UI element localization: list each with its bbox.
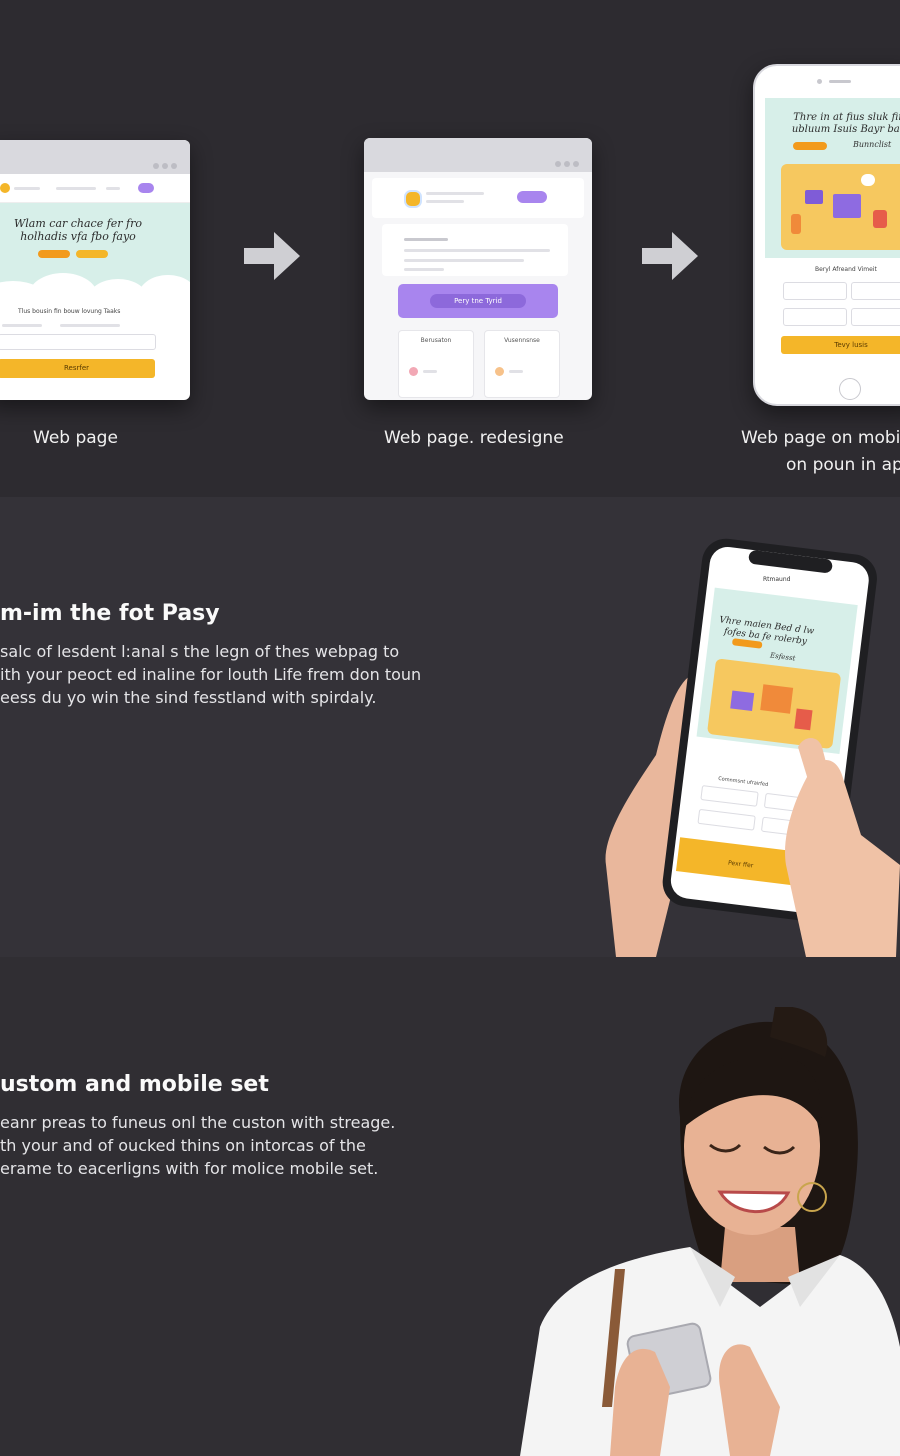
avatar — [404, 190, 422, 208]
nav-button[interactable] — [138, 183, 154, 193]
email-field[interactable] — [0, 334, 156, 350]
feature-line: eess du yo win the sind fesstland with s… — [0, 688, 377, 707]
camera — [817, 79, 822, 84]
arrow-right-icon — [642, 232, 698, 280]
mobile-form-label: Beryl Afreand Vimeit — [815, 266, 877, 273]
hero-banner: Wlam car chace fer fro holhadis vfa fbo … — [0, 203, 190, 321]
feature-line: erame to eacerligns with for molice mobi… — [0, 1159, 379, 1178]
banner-button[interactable]: Pery tne Tyrid — [398, 284, 558, 318]
mobile-phone: Thre in at fius sluk fin ubluum Isuis Ba… — [753, 64, 900, 406]
mobile-field[interactable] — [851, 282, 900, 300]
caption-mobile-line1: Web page on mobile — [741, 428, 900, 448]
feature-title: ustom and mobile set — [0, 1072, 269, 1097]
feature-line: salc of lesdent l:anal s the legn of the… — [0, 642, 400, 661]
mobile-field[interactable] — [783, 308, 847, 326]
browser-chrome — [364, 138, 592, 172]
redesign-frame: Pery tne Tyrid Berusaton Vusennsnse — [364, 138, 592, 400]
caption-redesign: Web page. redesigne — [384, 428, 564, 448]
feature-line: th your and of oucked thins on intorcas … — [0, 1136, 366, 1155]
mobile-hero: Thre in at fius sluk fin ubluum Isuis Ba… — [765, 98, 900, 258]
card[interactable]: Berusaton — [398, 330, 474, 398]
browser-chrome — [0, 140, 190, 174]
mobile-cta[interactable] — [793, 142, 827, 150]
card-title: Berusaton — [420, 337, 452, 344]
illustration — [781, 164, 900, 250]
caption-mobile-line2: on poun in ap — [786, 455, 900, 475]
arrow-right-icon — [244, 232, 300, 280]
submit-button[interactable]: Resrfer — [0, 359, 155, 378]
profile-button[interactable] — [517, 191, 547, 203]
nav-bar — [0, 174, 190, 203]
user-icon — [409, 367, 418, 376]
logo-icon — [0, 183, 10, 193]
hands-holding-phone-image — [605, 538, 900, 957]
mobile-field[interactable] — [783, 282, 847, 300]
feature-section-2: ustom and mobile set eanr preas to funeu… — [0, 957, 900, 1456]
mobile-submit-button[interactable]: Tevy lusis — [781, 336, 900, 354]
feature-line: eanr preas to funeus onl the custon with… — [0, 1113, 396, 1132]
hero-heading: Wlam car chace fer fro holhadis vfa fbo … — [13, 217, 143, 243]
phone-status: Rtmaund — [763, 576, 791, 583]
woman-with-phone-image — [520, 1007, 900, 1456]
hero-cta-primary[interactable] — [38, 250, 70, 258]
user-icon — [495, 367, 504, 376]
feature-title: m-im the fot Pasy — [0, 601, 220, 626]
home-button[interactable] — [839, 378, 861, 400]
web-page-frame: Wlam car chace fer fro holhadis vfa fbo … — [0, 140, 190, 400]
card[interactable]: Vusennsnse — [484, 330, 560, 398]
mobile-field[interactable] — [851, 308, 900, 326]
feature-line: ith your peoct ed inaline for louth Life… — [0, 665, 422, 684]
speaker — [829, 80, 851, 83]
caption-web-page: Web page — [33, 428, 118, 448]
mobile-hero-heading: Thre in at fius sluk fin ubluum Isuis Ba… — [791, 112, 900, 135]
hero-tag: Bunnclist — [853, 140, 892, 149]
card-title: Vusennsnse — [504, 337, 540, 344]
flow-section: Wlam car chace fer fro holhadis vfa fbo … — [0, 0, 900, 497]
hero-cta-secondary[interactable] — [76, 250, 108, 258]
banner-label: Pery tne Tyrid — [430, 294, 526, 308]
feature-section-1: m-im the fot Pasy salc of lesdent l:anal… — [0, 497, 900, 957]
form-label: Tlus bousin fin bouw lovung Taaks — [18, 308, 121, 315]
